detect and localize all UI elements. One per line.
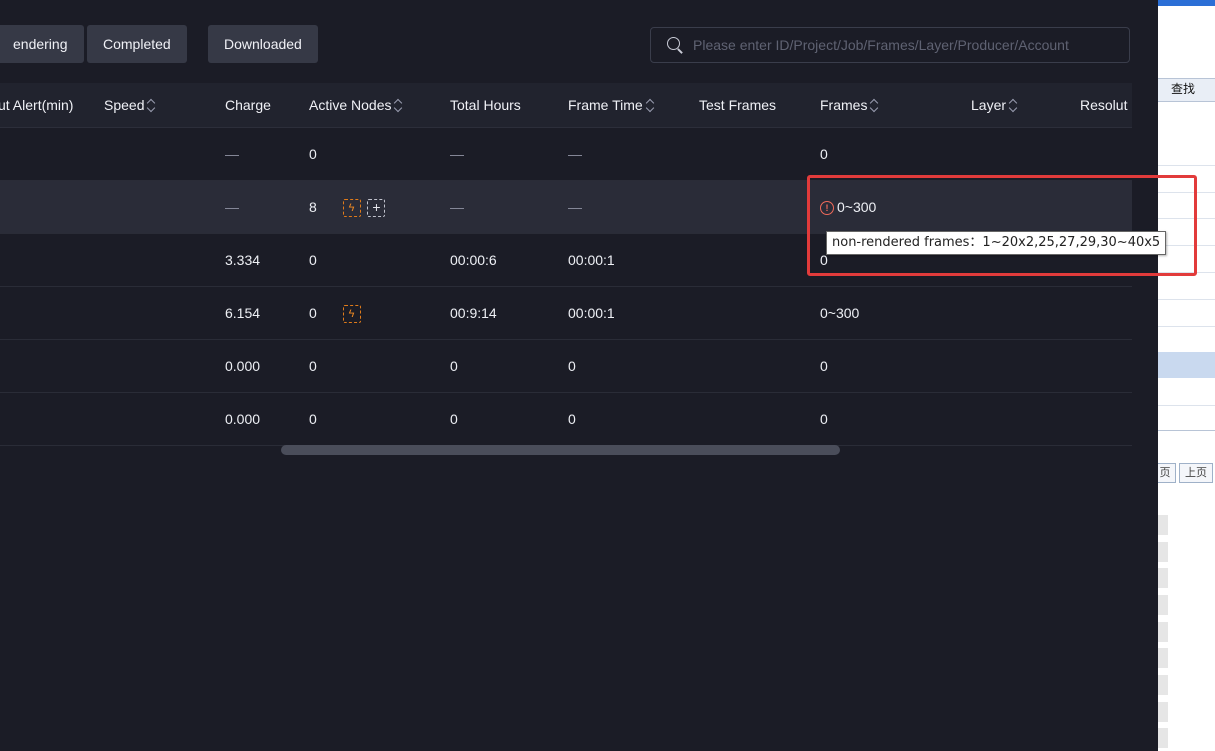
completed-filter-button[interactable]: Completed [87,25,187,63]
list-item [1158,728,1168,748]
window-titlebar [1158,0,1215,6]
sort-icon[interactable] [1010,99,1018,111]
list-item [1158,622,1168,642]
add-node-icon[interactable]: + [367,199,386,218]
sort-icon[interactable] [871,99,879,111]
list-item [1158,542,1168,562]
sort-icon[interactable] [395,99,403,111]
frame-time-cell: 00:00:1 [568,252,615,268]
column-label: Total Hours [450,97,521,113]
column-charge: Charge [225,83,271,127]
annotation-highlight-box [807,175,1197,276]
list-item [1158,702,1168,722]
column-frames[interactable]: Frames [820,83,879,127]
divider [1158,430,1215,431]
column-layer[interactable]: Layer [971,83,1018,127]
total-hours-cell: — [450,146,464,162]
column-timeout-alert: ut Alert(min) [0,83,73,127]
column-label: Resolut [1080,97,1128,113]
active-nodes-value: 0 [309,305,317,321]
frames-cell: 0 [820,411,828,427]
table-row[interactable]: 0.000 0 0 0 0 [0,393,1132,446]
frame-time-cell: 0 [568,411,576,427]
active-nodes-value: 8 [309,199,317,215]
total-hours-cell: — [450,199,464,215]
charge-cell: 0.000 [225,411,261,427]
column-speed[interactable]: Speed [104,83,156,127]
frames-cell: 0~300 [820,305,860,321]
column-resolution: Resolut [1080,83,1127,127]
list-item [1158,515,1168,535]
table-row[interactable]: 6.154 0 ϟ 00:9:14 00:00:1 0~300 [0,287,1132,340]
search-input[interactable] [691,36,1129,54]
column-total-hours: Total Hours [450,83,521,127]
frame-time-cell: 0 [568,358,576,374]
charge-cell: 0.000 [225,358,261,374]
charge-cell: 6.154 [225,305,261,321]
frames-cell: 0 [820,146,828,162]
column-test-frames: Test Frames [699,83,776,127]
background-window: 查找 页 上页 [1158,0,1215,751]
charge-cell: — [225,146,239,162]
column-label: Active Nodes [309,97,392,113]
column-active-nodes[interactable]: Active Nodes [309,83,403,127]
charge-cell: 3.334 [225,252,261,268]
rendering-filter-button[interactable]: endering [0,25,84,63]
sort-icon[interactable] [148,99,156,111]
downloaded-filter-button[interactable]: Downloaded [208,25,318,63]
total-hours-cell: 00:00:6 [450,252,497,268]
active-nodes-cell: 8 ϟ + [309,181,386,233]
active-nodes-cell: 0 [309,358,317,374]
search-box[interactable] [650,27,1130,63]
column-label: Frames [820,97,868,113]
active-nodes-cell: 0 ϟ [309,287,361,339]
column-label: ut Alert(min) [0,97,74,113]
column-frame-time[interactable]: Frame Time [568,83,655,127]
column-label: Speed [104,97,145,113]
table-header: ut Alert(min) Speed Charge Active Nodes … [0,83,1132,128]
lightning-icon[interactable]: ϟ [342,199,361,218]
list-item [1158,595,1168,615]
divider [1158,405,1215,406]
column-label: Charge [225,97,271,113]
prev-page-button-partial[interactable]: 页 [1158,463,1176,483]
column-label: Layer [971,97,1007,113]
column-label: Test Frames [699,97,777,113]
search-icon [667,37,683,54]
total-hours-cell: 0 [450,358,458,374]
column-label: Frame Time [568,97,643,113]
render-jobs-panel: endering Completed Downloaded ut Alert(m… [0,0,1158,751]
find-button[interactable]: 查找 [1160,80,1206,98]
sort-icon[interactable] [647,99,655,111]
list-item [1158,648,1168,668]
divider [1158,326,1215,327]
total-hours-cell: 0 [450,411,458,427]
frame-time-cell: 00:00:1 [568,305,615,321]
list-item [1158,568,1168,588]
divider [1158,299,1215,300]
prev-page-button[interactable]: 上页 [1179,463,1213,483]
active-nodes-cell: 0 [309,146,317,162]
frame-time-cell: — [568,146,582,162]
total-hours-cell: 00:9:14 [450,305,497,321]
selected-row [1158,352,1215,378]
frame-time-cell: — [568,199,582,215]
list-item [1158,675,1168,695]
active-nodes-cell: 0 [309,252,317,268]
non-rendered-frames-tooltip: non-rendered frames：1~20x2,25,27,29,30~4… [826,231,1167,255]
table-row[interactable]: 0.000 0 0 0 0 [0,340,1132,393]
active-nodes-cell: 0 [309,411,317,427]
frames-cell: 0 [820,358,828,374]
table-row[interactable]: — 0 — — 0 [0,128,1132,181]
divider [1158,165,1215,166]
horizontal-scrollbar[interactable] [281,445,840,455]
charge-cell: — [225,199,239,215]
lightning-icon[interactable]: ϟ [342,305,361,324]
